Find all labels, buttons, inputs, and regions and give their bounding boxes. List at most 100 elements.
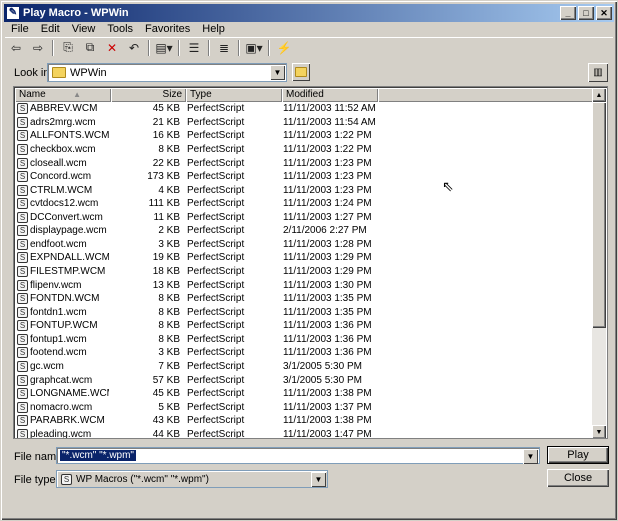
column-header-modified[interactable]: Modified xyxy=(282,88,378,102)
macro-file-icon: S xyxy=(17,225,28,237)
play-macro-dialog: ✎ Play Macro - WPWin _ □ ✕ File Edit Vie… xyxy=(0,0,618,521)
file-row[interactable]: S FONTUP.WCM 8 KB PerfectScript 11/11/2003 1… xyxy=(15,319,594,333)
title-bar[interactable]: ✎ Play Macro - WPWin _ □ ✕ xyxy=(4,4,614,22)
file-row[interactable]: Sgc.wcm 7 KB PerfectScript 3/1/2005 5:30 PM xyxy=(15,360,594,374)
file-type-cell: PerfectScript xyxy=(187,293,245,305)
up-folder-icon xyxy=(295,67,307,77)
macro-file-icon: S xyxy=(17,252,28,264)
toolbar-separator xyxy=(268,39,270,56)
undo-icon[interactable]: ↶ xyxy=(123,39,145,57)
up-one-level-button[interactable] xyxy=(292,63,310,81)
file-type-cell: PerfectScript xyxy=(187,252,245,264)
column-header-size[interactable]: Size xyxy=(111,88,186,102)
minimize-button[interactable]: _ xyxy=(560,6,576,20)
file-type-cell: PerfectScript xyxy=(187,184,245,196)
details-view-icon[interactable]: ☰ xyxy=(183,39,205,57)
toolbar-separator xyxy=(148,39,150,56)
menu-file[interactable]: File xyxy=(5,23,35,35)
column-header-name[interactable]: Name ▲ xyxy=(15,88,111,102)
menu-favorites[interactable]: Favorites xyxy=(139,23,196,35)
file-modified-cell: 11/11/2003 1:36 PM xyxy=(283,320,372,332)
file-row[interactable]: Sflipenv.wcm 13 KB PerfectScript 11/11/2003… xyxy=(15,278,594,292)
file-list[interactable]: Name ▲ Size Type Modified S ABBREV.WCM 45 … xyxy=(13,86,608,439)
file-row[interactable]: S FONTDN.WCM 8 KB PerfectScript 11/11/2003 1… xyxy=(15,292,594,306)
file-size-cell: 16 KB xyxy=(152,130,180,142)
macro-file-icon: S xyxy=(17,347,28,359)
back-icon[interactable]: ⇦ xyxy=(5,39,27,57)
favorites-menu-icon[interactable]: ▣▾ xyxy=(243,39,265,57)
toolbar-separator xyxy=(208,39,210,56)
toolbar: ⇦ ⇨ ⎘ ⧉ ✕ ↶ ▤▾ ☰ ≣ ▣▾ ⚡ xyxy=(5,37,613,57)
menu-tools[interactable]: Tools xyxy=(101,23,139,35)
macro-file-icon: S xyxy=(17,266,28,278)
file-row[interactable]: Sgraphcat.wcm 57 KB PerfectScript 3/1/2005 … xyxy=(15,373,594,387)
file-modified-cell: 11/11/2003 1:36 PM xyxy=(283,347,372,359)
file-type-dropdown-arrow[interactable]: ▼ xyxy=(311,472,326,487)
file-row[interactable]: S LONGNAME.WCM 45 KB PerfectScript 11/11/200… xyxy=(15,387,594,401)
network-icon[interactable]: ⚡ xyxy=(273,39,295,57)
file-type-select[interactable]: S WP Macros ("*.wcm" "*.wpm") ▼ xyxy=(56,470,328,488)
file-row[interactable]: Sfootend.wcm 3 KB PerfectScript 11/11/2003 … xyxy=(15,346,594,360)
file-row[interactable]: Scheckbox.wcm 8 KB PerfectScript 11/11/2003… xyxy=(15,143,594,157)
file-modified-cell: 11/11/2003 1:38 PM xyxy=(283,415,372,427)
file-row[interactable]: Scvtdocs12.wcm 111 KB PerfectScript 11/11/2… xyxy=(15,197,594,211)
file-row[interactable]: Sfontup1.wcm 8 KB PerfectScript 11/11/2003 … xyxy=(15,333,594,347)
list-view-icon[interactable]: ≣ xyxy=(213,39,235,57)
file-row[interactable]: S ABBREV.WCM 45 KB PerfectScript 11/11/2003 … xyxy=(15,102,594,116)
file-size-cell: 8 KB xyxy=(158,306,180,318)
look-in-dropdown-arrow[interactable]: ▼ xyxy=(270,65,285,80)
file-row[interactable]: Sfontdn1.wcm 8 KB PerfectScript 11/11/2003 … xyxy=(15,305,594,319)
close-window-button[interactable]: ✕ xyxy=(596,6,612,20)
play-button[interactable]: Play xyxy=(547,446,609,464)
file-type-cell: PerfectScript xyxy=(187,266,245,278)
file-name-cell: S EXPNDALL.WCM xyxy=(15,252,109,264)
paste-icon[interactable]: ⧉ xyxy=(79,39,101,57)
vertical-scrollbar[interactable]: ▲ ▼ xyxy=(592,88,606,438)
file-row[interactable]: S CTRLM.WCM 4 KB PerfectScript 11/11/2003 1:… xyxy=(15,183,594,197)
file-size-cell: 7 KB xyxy=(158,360,180,372)
maximize-button[interactable]: □ xyxy=(578,6,594,20)
file-row[interactable]: S EXPNDALL.WCM 19 KB PerfectScript 11/11/200… xyxy=(15,251,594,265)
scroll-down-button[interactable]: ▼ xyxy=(592,425,606,438)
file-name-cell: Scvtdocs12.wcm xyxy=(15,198,109,210)
delete-icon[interactable]: ✕ xyxy=(101,39,123,57)
file-row[interactable]: Spleading.wcm 44 KB PerfectScript 11/11/200… xyxy=(15,428,594,438)
folder-icon xyxy=(52,67,66,78)
file-row[interactable]: Sendfoot.wcm 3 KB PerfectScript 11/11/2003 … xyxy=(15,238,594,252)
column-header-filler xyxy=(378,88,594,102)
file-row[interactable]: Scloseall.wcm 22 KB PerfectScript 11/11/200… xyxy=(15,156,594,170)
file-name-dropdown-arrow[interactable]: ▼ xyxy=(523,449,538,464)
macro-file-icon: S xyxy=(17,293,28,305)
file-row[interactable]: S Concord.wcm 173 KB PerfectScript 11/11/200… xyxy=(15,170,594,184)
file-row[interactable]: S ALLFONTS.WCM 16 KB PerfectScript 11/11/200… xyxy=(15,129,594,143)
file-size-cell: 43 KB xyxy=(152,415,180,427)
file-modified-cell: 11/11/2003 1:35 PM xyxy=(283,293,372,305)
menu-help[interactable]: Help xyxy=(196,23,231,35)
file-size-cell: 45 KB xyxy=(152,388,180,400)
file-modified-cell: 11/11/2003 1:37 PM xyxy=(283,401,372,413)
file-row[interactable]: S PARABRK.WCM 43 KB PerfectScript 11/11/2003… xyxy=(15,414,594,428)
copy-icon[interactable]: ⎘ xyxy=(57,39,79,57)
file-type-cell: PerfectScript xyxy=(187,279,245,291)
file-row[interactable]: Sadrs2mrg.wcm 21 KB PerfectScript 11/11/200… xyxy=(15,116,594,130)
properties-button[interactable]: ▥ xyxy=(588,63,608,82)
file-size-cell: 18 KB xyxy=(152,266,180,278)
menu-view[interactable]: View xyxy=(66,23,102,35)
file-row[interactable]: Sdisplaypage.wcm 2 KB PerfectScript 2/11/20… xyxy=(15,224,594,238)
file-row[interactable]: S DCConvert.wcm 11 KB PerfectScript 11/11/20… xyxy=(15,211,594,225)
file-type-cell: PerfectScript xyxy=(187,388,245,400)
macro-file-icon: S xyxy=(17,415,28,427)
file-row[interactable]: S FILESTMP.WCM 18 KB PerfectScript 11/11/200… xyxy=(15,265,594,279)
file-row[interactable]: Snomacro.wcm 5 KB PerfectScript 11/11/2003 … xyxy=(15,400,594,414)
file-modified-cell: 11/11/2003 1:24 PM xyxy=(283,198,372,210)
column-header-type[interactable]: Type xyxy=(186,88,282,102)
forward-icon[interactable]: ⇨ xyxy=(27,39,49,57)
menu-edit[interactable]: Edit xyxy=(35,23,66,35)
close-button[interactable]: Close xyxy=(547,469,609,487)
file-size-cell: 8 KB xyxy=(158,333,180,345)
file-name-input[interactable]: "*.wcm" "*.wpm" ▼ xyxy=(56,447,540,464)
scroll-up-button[interactable]: ▲ xyxy=(592,88,606,102)
look-in-combo[interactable]: WPWin ▼ xyxy=(47,63,287,82)
view-menu-icon[interactable]: ▤▾ xyxy=(153,39,175,57)
scroll-thumb[interactable] xyxy=(592,102,606,328)
